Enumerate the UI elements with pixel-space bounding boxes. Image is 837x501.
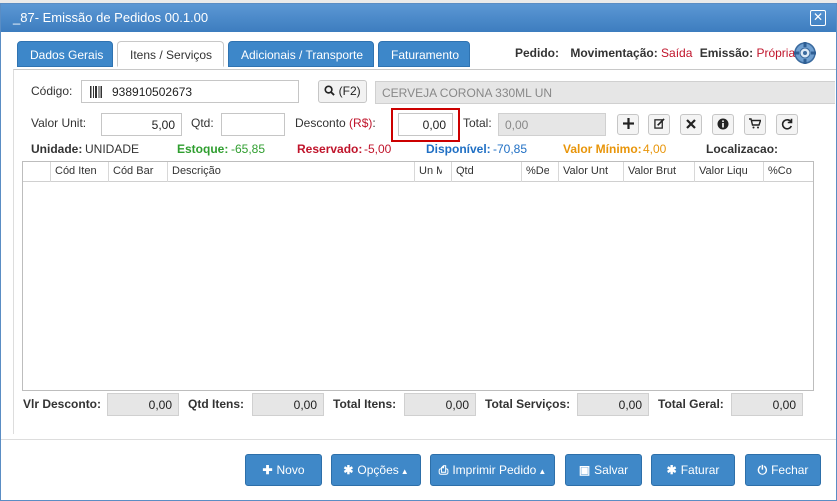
save-icon: ▣ xyxy=(578,463,591,477)
vlr-desconto-field: 0,00 xyxy=(107,393,179,416)
col-valor-unt[interactable]: Valor Unt xyxy=(558,162,623,182)
total-itens-label: Total Itens: xyxy=(333,397,397,411)
opcoes-label: Opções xyxy=(357,463,399,477)
desconto-label: Desconto (R$): xyxy=(295,116,376,130)
total-label: Total: xyxy=(463,116,492,130)
cog-icon: ✱ xyxy=(666,463,677,477)
estoque-label: Estoque: xyxy=(177,142,229,156)
tab-adicionais-transporte[interactable]: Adicionais / Transporte xyxy=(228,41,374,67)
qtd-itens-field: 0,00 xyxy=(252,393,324,416)
printer-icon: ⎙ xyxy=(438,463,449,477)
total-servicos-field: 0,00 xyxy=(577,393,649,416)
valor-unit-input[interactable]: 5,00 xyxy=(101,113,182,136)
emissao-value: Própria xyxy=(756,46,796,60)
pedido-header: Pedido: Movimentação: Saída Emissão: Pró… xyxy=(515,46,795,60)
qtd-input[interactable] xyxy=(221,113,285,136)
estoque-value: -65,85 xyxy=(231,142,266,156)
imprimir-label: Imprimir Pedido xyxy=(452,463,537,477)
tab-dados-gerais[interactable]: Dados Gerais xyxy=(17,41,113,67)
items-grid[interactable]: Cód Iten Cód Bar Descrição Un M Qtd %De … xyxy=(22,161,814,391)
search-icon xyxy=(324,85,336,96)
col-valor-brut[interactable]: Valor Brut xyxy=(623,162,690,182)
settings-gear-icon[interactable] xyxy=(793,41,817,65)
reservado-label: Reservado: xyxy=(297,142,363,156)
total-itens-field: 0,00 xyxy=(404,393,476,416)
valor-unit-label: Valor Unit: xyxy=(31,116,87,130)
desconto-label-text: Desconto xyxy=(295,116,346,130)
caret-up-icon: ▲ xyxy=(538,467,547,476)
col-qtd[interactable]: Qtd xyxy=(451,162,516,182)
col-descricao[interactable]: Descrição xyxy=(167,162,414,182)
movimentacao-value: Saída xyxy=(661,46,693,60)
window-title: _87- Emissão de Pedidos 00.1.00 xyxy=(13,10,209,25)
edit-item-icon[interactable] xyxy=(648,114,670,135)
novo-label: Novo xyxy=(276,463,305,477)
col-un-m[interactable]: Un M xyxy=(414,162,442,182)
footer-divider xyxy=(1,439,836,440)
qtd-itens-label: Qtd Itens: xyxy=(188,397,244,411)
cog-icon: ✱ xyxy=(343,463,354,477)
fechar-label: Fechar xyxy=(771,463,809,477)
add-item-icon[interactable] xyxy=(617,114,639,135)
unidade-label: Unidade: xyxy=(31,142,83,156)
delete-item-icon[interactable] xyxy=(680,114,702,135)
total-servicos-label: Total Serviços: xyxy=(485,397,571,411)
valor-minimo-label: Valor Mínimo: xyxy=(563,142,642,156)
vlr-desconto-label: Vlr Desconto: xyxy=(23,397,102,411)
qtd-label: Qtd: xyxy=(191,116,214,130)
unidade-value: UNIDADE xyxy=(85,142,140,156)
pedido-label: Pedido: xyxy=(515,46,559,60)
col-valor-liqu[interactable]: Valor Liqu xyxy=(694,162,759,182)
col-cod-bar[interactable]: Cód Bar xyxy=(108,162,158,182)
refresh-icon[interactable] xyxy=(776,114,798,135)
info-icon[interactable] xyxy=(712,114,734,135)
codigo-input[interactable]: 938910502673 xyxy=(81,80,299,103)
faturar-button[interactable]: ✱ Faturar xyxy=(651,454,735,486)
col-perc-co[interactable]: %Co xyxy=(763,162,811,182)
col-cod-item[interactable]: Cód Iten xyxy=(50,162,100,182)
order-emission-window: _87- Emissão de Pedidos 00.1.00 ✕ Dados … xyxy=(0,3,837,501)
title-bar: _87- Emissão de Pedidos 00.1.00 ✕ xyxy=(1,4,836,32)
barcode-icon xyxy=(90,86,102,98)
disponivel-value: -70,85 xyxy=(493,142,528,156)
valor-minimo-value: 4,00 xyxy=(643,142,667,156)
opcoes-button[interactable]: ✱ Opções ▲ xyxy=(331,454,421,486)
plus-icon: ✚ xyxy=(262,463,273,477)
codigo-label: Código: xyxy=(31,84,73,98)
power-icon: ⏻ xyxy=(757,463,768,477)
novo-button[interactable]: ✚ Novo xyxy=(245,454,322,486)
cart-icon[interactable] xyxy=(744,114,766,135)
faturar-label: Faturar xyxy=(680,463,720,477)
reservado-value: -5,00 xyxy=(364,142,392,156)
disponivel-label: Disponível: xyxy=(426,142,491,156)
total-geral-field: 0,00 xyxy=(731,393,803,416)
tab-itens-servicos[interactable]: Itens / Serviços xyxy=(117,41,224,67)
fechar-button[interactable]: ⏻ Fechar xyxy=(745,454,821,486)
movimentacao-label: Movimentação: xyxy=(570,46,658,60)
product-description-field: CERVEJA CORONA 330ML UN xyxy=(375,81,835,104)
grid-header: Cód Iten Cód Bar Descrição Un M Qtd %De … xyxy=(23,162,813,182)
tab-faturamento[interactable]: Faturamento xyxy=(378,41,470,67)
salvar-button[interactable]: ▣ Salvar xyxy=(565,454,642,486)
emissao-label: Emissão: xyxy=(699,46,754,60)
caret-up-icon: ▲ xyxy=(400,467,409,476)
search-f2-label: (F2) xyxy=(338,84,361,98)
codigo-value: 938910502673 xyxy=(112,85,193,99)
desconto-input[interactable]: 0,00 xyxy=(398,113,453,136)
col-perc-desc[interactable]: %De xyxy=(521,162,549,182)
total-geral-label: Total Geral: xyxy=(658,397,724,411)
salvar-label: Salvar xyxy=(594,463,629,477)
localizacao-label: Localizacao: xyxy=(706,142,779,156)
total-field: 0,00 xyxy=(498,113,606,136)
desconto-currency: (R$) xyxy=(349,116,373,130)
desconto-colon: : xyxy=(372,116,376,130)
close-icon[interactable]: ✕ xyxy=(810,10,826,26)
search-f2-button[interactable]: (F2) xyxy=(318,80,367,103)
imprimir-pedido-button[interactable]: ⎙ Imprimir Pedido ▲ xyxy=(430,454,555,486)
